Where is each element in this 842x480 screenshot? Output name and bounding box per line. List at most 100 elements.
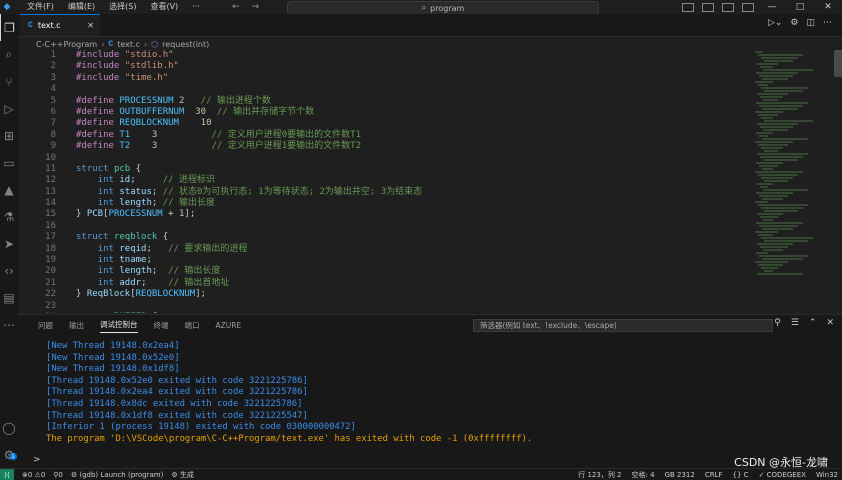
gear-icon[interactable]: ⚙	[790, 18, 798, 28]
code-line[interactable]: 12 int id; // 进程标识	[18, 175, 753, 186]
remote-explorer-icon[interactable]: ▭	[0, 149, 18, 176]
minimap-line	[763, 219, 773, 221]
minimap-line	[764, 120, 813, 122]
code-line[interactable]: 8 #define T1 3 // 定义用户进程0要输出的文件数T1	[18, 130, 753, 141]
minimap-line	[759, 195, 788, 197]
code-line[interactable]: 7 #define REQBLOCKNUM 10	[18, 118, 753, 129]
sidebar-toggle-icon[interactable]	[722, 2, 734, 12]
platform-status[interactable]: Win32	[816, 471, 838, 479]
panel-tab[interactable]: 输出	[69, 320, 84, 333]
code-line[interactable]: 10	[18, 153, 753, 164]
minimap-line	[760, 156, 803, 158]
split-editor-icon[interactable]: ◫	[806, 18, 815, 28]
run-debug-icon[interactable]: ▷	[0, 95, 18, 122]
more-actions-icon[interactable]: ⋯	[823, 18, 832, 28]
testing-icon[interactable]: ⚗	[0, 203, 18, 230]
code-line[interactable]: 3 #include "time.h"	[18, 73, 753, 84]
minimap[interactable]	[755, 50, 835, 313]
settings-gear-icon[interactable]: ⚙1	[0, 441, 18, 468]
panel-tab[interactable]: 调试控制台	[100, 319, 138, 333]
code-line[interactable]: 24struct BUFFER {	[18, 312, 753, 313]
code-line[interactable]: 13 int status; // 状态0为可执行态; 1为等待状态; 2为输出…	[18, 187, 753, 198]
code-line[interactable]: 2 #include "stdlib.h"	[18, 61, 753, 72]
menu-file[interactable]: 文件(F)	[20, 0, 61, 14]
maximize-panel-icon[interactable]: ⌃	[809, 318, 817, 328]
code-line[interactable]: 1 #include "stdio.h"	[18, 50, 753, 61]
panel-tab[interactable]: AZURE	[216, 321, 242, 332]
extensions-icon[interactable]: ⊞	[0, 122, 18, 149]
ports-status[interactable]: ⚲0	[53, 471, 63, 479]
code-line[interactable]: 21 int addr; // 输出首地址	[18, 278, 753, 289]
editor-scrollbar-thumb[interactable]	[834, 50, 842, 77]
code-line[interactable]: 18 int reqid; // 要求输出的进程	[18, 244, 753, 255]
menu-selection[interactable]: 选择(S)	[102, 0, 143, 14]
forward-arrow-icon[interactable]: →	[252, 0, 260, 14]
code-line[interactable]: 9 #define T2 3 // 定义用户进程1要输出的文件数T2	[18, 141, 753, 152]
editor-scrollbar[interactable]	[834, 50, 842, 313]
search-sidebar-icon[interactable]: ⌕	[0, 41, 18, 68]
c-file-icon: C	[28, 21, 33, 30]
code-line[interactable]: 5 #define PROCESSNUM 2 // 输出进程个数	[18, 96, 753, 107]
minimap-line	[759, 165, 778, 167]
code-line[interactable]: 4	[18, 84, 753, 95]
menu-view[interactable]: 查看(V)	[143, 0, 185, 14]
indentation-status[interactable]: 空格: 4	[632, 470, 655, 480]
build-status[interactable]: ⚙ 生成	[171, 470, 194, 480]
menu-edit[interactable]: 编辑(E)	[61, 0, 102, 14]
cursor-position[interactable]: 行 123，列 2	[578, 470, 621, 480]
code-line[interactable]: 20 int length; // 输出长度	[18, 266, 753, 277]
minimize-button[interactable]: —	[758, 0, 786, 14]
debug-console-filter-input[interactable]: 筛选器(例如 text、!exclude、\escape)	[473, 319, 773, 332]
close-window-button[interactable]: ✕	[814, 0, 842, 14]
command-center-search[interactable]: ⌕ program	[287, 1, 599, 15]
layout-toggle-icon[interactable]	[682, 2, 694, 12]
code-line[interactable]: 19 int tname;	[18, 255, 753, 266]
panel-tab[interactable]: 端口	[185, 320, 200, 333]
eol-status[interactable]: CRLF	[705, 471, 723, 479]
tab-text-c[interactable]: C text.c ✕	[20, 14, 100, 36]
code-line[interactable]: 17 struct reqblock {	[18, 232, 753, 243]
remote-icon[interactable]: ⟩⟨	[0, 469, 14, 480]
activity-bar: ❐ ⌕ ⑂ ▷ ⊞ ▭ ▲ ⚗ ➤ ‹› ▤ ⋯ ◯ ⚙1	[0, 14, 18, 468]
azure-icon[interactable]: ▲	[0, 176, 18, 203]
codegeex-icon[interactable]: ‹›	[0, 257, 18, 284]
panel-tab[interactable]: 终端	[154, 320, 169, 333]
maximize-button[interactable]: □	[786, 0, 814, 14]
panel-toggle-icon[interactable]	[702, 2, 714, 12]
deploy-icon[interactable]: ➤	[0, 230, 18, 257]
account-icon[interactable]: ◯	[0, 414, 18, 441]
code-text: #include "time.h"	[76, 72, 169, 83]
language-mode[interactable]: {} C	[733, 471, 749, 479]
minimap-line	[758, 234, 773, 236]
close-panel-icon[interactable]: ✕	[826, 318, 834, 328]
codegeex-status[interactable]: ✓ CODEGEEX	[759, 471, 806, 479]
breadcrumb-file[interactable]: text.c	[117, 40, 140, 49]
code-line[interactable]: 11 struct pcb {	[18, 164, 753, 175]
code-line[interactable]: 14 int length; // 输出长度	[18, 198, 753, 209]
breadcrumb-symbol[interactable]: request(int)	[162, 40, 209, 49]
code-line[interactable]: 6 #define OUTBUFFERNUM 30 // 输出井存储字节个数	[18, 107, 753, 118]
code-editor[interactable]: 1 #include "stdio.h" 2 #include "stdlib.h" 3…	[18, 50, 753, 313]
back-arrow-icon[interactable]: ←	[232, 0, 240, 14]
code-line[interactable]: 22} ReqBlock[REQBLOCKNUM];	[18, 289, 753, 300]
code-line[interactable]: 23	[18, 301, 753, 312]
customize-layout-icon[interactable]	[742, 2, 754, 12]
code-line[interactable]: 15} PCB[PROCESSNUM + 1];	[18, 209, 753, 220]
panel-tab[interactable]: 问题	[38, 320, 53, 333]
source-control-icon[interactable]: ⑂	[0, 68, 18, 95]
menu-more[interactable]: ···	[185, 0, 207, 14]
explorer-icon[interactable]: ❐	[0, 14, 18, 41]
problems-status[interactable]: ⊗0 ⚠0	[22, 471, 45, 479]
breadcrumb-folder[interactable]: C-C++Program	[36, 40, 97, 49]
encoding-status[interactable]: GB 2312	[665, 471, 695, 479]
run-dropdown-icon[interactable]: ▷⌄	[768, 18, 782, 28]
close-icon[interactable]: ✕	[87, 21, 94, 30]
minimap-line	[761, 237, 813, 239]
clear-console-icon[interactable]: ☰	[791, 318, 799, 328]
debug-launch-status[interactable]: ⚙ (gdb) Launch (program)	[71, 471, 163, 479]
filter-icon[interactable]: ⚲	[774, 318, 781, 328]
terminal-icon[interactable]: ▤	[0, 284, 18, 311]
code-line[interactable]: 16	[18, 221, 753, 232]
console-prompt[interactable]: >	[33, 455, 41, 465]
more-views-icon[interactable]: ⋯	[0, 311, 18, 338]
